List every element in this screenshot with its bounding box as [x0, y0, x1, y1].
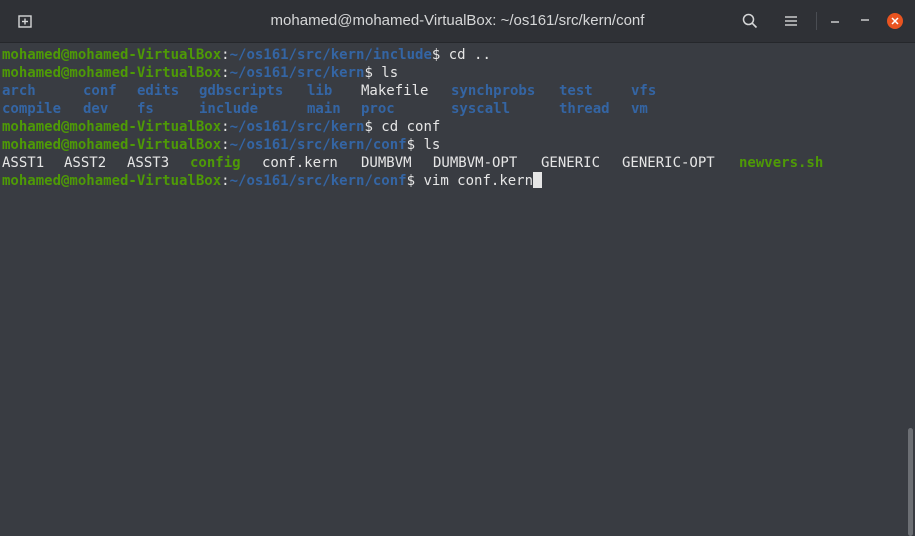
list-item: conf.kern — [262, 155, 338, 171]
user-host: mohamed@mohamed-VirtualBox — [2, 119, 222, 135]
list-item: lib — [307, 83, 333, 99]
user-host: mohamed@mohamed-VirtualBox — [2, 173, 222, 189]
list-item: config — [190, 155, 241, 171]
list-item: test — [559, 83, 593, 99]
list-item: synchprobs — [451, 83, 536, 99]
close-icon[interactable] — [882, 8, 908, 34]
cwd-path: ~/os161/src/kern — [229, 65, 365, 81]
prompt-line: mohamed@mohamed-VirtualBox:~/os161/src/k… — [2, 119, 441, 135]
list-item: GENERIC-OPT — [622, 155, 715, 171]
command: $ ls — [406, 137, 441, 153]
prompt-line: mohamed@mohamed-VirtualBox:~/os161/src/k… — [2, 65, 399, 81]
list-item: main — [307, 101, 341, 117]
command: $ cd conf — [364, 119, 441, 135]
scrollbar[interactable] — [905, 44, 915, 536]
user-host: mohamed@mohamed-VirtualBox — [2, 65, 222, 81]
command: $ vim conf.kern — [406, 173, 534, 189]
list-item: fs — [137, 101, 154, 117]
scrollbar-thumb[interactable] — [908, 428, 913, 536]
terminal-output[interactable]: mohamed@mohamed-VirtualBox:~/os161/src/k… — [0, 44, 905, 495]
user-host: mohamed@mohamed-VirtualBox — [2, 137, 222, 153]
search-icon[interactable] — [737, 8, 763, 34]
ls-output-row: arch conf edits gdbscripts lib Makefile … — [2, 82, 682, 100]
list-item: ASST1 — [2, 155, 45, 171]
list-item: GENERIC — [541, 155, 601, 171]
list-item: vfs — [631, 83, 657, 99]
list-item: conf — [83, 83, 117, 99]
list-item: gdbscripts — [199, 83, 284, 99]
cwd-path: ~/os161/src/kern/include — [229, 47, 432, 63]
command: $ ls — [364, 65, 399, 81]
list-item: DUMBVM — [361, 155, 412, 171]
list-item: syscall — [451, 101, 511, 117]
cwd-path: ~/os161/src/kern — [229, 119, 365, 135]
ls-output-row: ASST1 ASST2 ASST3 config conf.kern DUMBV… — [2, 154, 862, 172]
cwd-path: ~/os161/src/kern/conf — [229, 173, 407, 189]
ls-output-row: compile dev fs include main proc syscall… — [2, 100, 682, 118]
list-item: compile — [2, 101, 62, 117]
list-item: edits — [137, 83, 180, 99]
prompt-line: mohamed@mohamed-VirtualBox:~/os161/src/k… — [2, 137, 441, 153]
title-bar: mohamed@mohamed-VirtualBox: ~/os161/src/… — [0, 0, 915, 43]
menu-icon[interactable] — [778, 8, 804, 34]
list-item: dev — [83, 101, 109, 117]
minimize-icon[interactable] — [822, 8, 848, 34]
terminal-window: mohamed@mohamed-VirtualBox: ~/os161/src/… — [0, 0, 915, 536]
cwd-path: ~/os161/src/kern/conf — [229, 137, 407, 153]
list-item: proc — [361, 101, 395, 117]
list-item: ASST3 — [127, 155, 170, 171]
list-item: DUMBVM-OPT — [433, 155, 518, 171]
maximize-icon[interactable] — [852, 8, 878, 34]
list-item: Makefile — [361, 83, 429, 99]
list-item: arch — [2, 83, 36, 99]
list-item: vm — [631, 101, 648, 117]
text-cursor — [533, 172, 543, 188]
titlebar-divider — [816, 12, 817, 30]
command: $ cd .. — [431, 47, 491, 63]
list-item: newvers.sh — [739, 155, 824, 171]
list-item: thread — [559, 101, 610, 117]
prompt-line: mohamed@mohamed-VirtualBox:~/os161/src/k… — [2, 172, 543, 190]
list-item: include — [199, 101, 259, 117]
user-host: mohamed@mohamed-VirtualBox — [2, 47, 222, 63]
prompt-line: mohamed@mohamed-VirtualBox:~/os161/src/k… — [2, 47, 491, 63]
list-item: ASST2 — [64, 155, 107, 171]
